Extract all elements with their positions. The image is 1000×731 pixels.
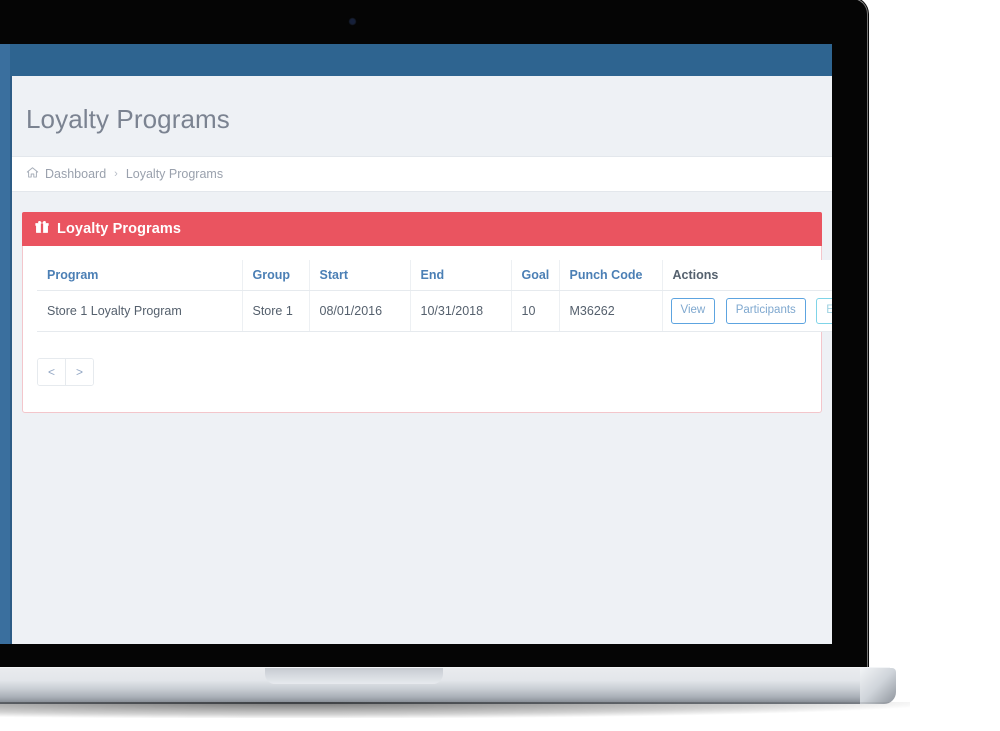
pagination: < > (37, 357, 94, 386)
panel-title: Loyalty Programs (57, 221, 182, 237)
breadcrumb-separator: › (114, 168, 118, 180)
view-button[interactable]: View (670, 298, 716, 324)
cell-group: Store 1 (242, 290, 310, 332)
cell-start: 08/01/2016 (309, 290, 411, 332)
participants-button[interactable]: Participants (725, 298, 806, 324)
cell-end: 10/31/2018 (410, 290, 512, 332)
top-navbar (0, 44, 832, 76)
laptop-base-notch (265, 668, 443, 684)
column-header-punch-code[interactable]: Punch Code (559, 260, 663, 291)
laptop-drop-shadow (0, 702, 910, 718)
column-header-program[interactable]: Program (37, 260, 243, 291)
panel-body: Program Group Start End Goal Punch Code … (23, 246, 832, 412)
laptop-base-right-cap (860, 668, 896, 704)
column-header-end[interactable]: End (410, 260, 512, 291)
breadcrumb: Dashboard › Loyalty Programs (12, 156, 832, 192)
sidebar[interactable] (0, 44, 10, 644)
cell-punch-code: M36262 (559, 290, 663, 332)
pagination-next-button[interactable]: > (65, 358, 93, 385)
laptop-base (0, 668, 890, 704)
breadcrumb-item-dashboard[interactable]: Dashboard (45, 167, 106, 181)
loyalty-programs-panel: Loyalty Programs Program Group Start End… (22, 212, 832, 413)
screenshot-stage: Loyalty Programs Dashboard › Loyalty Pro… (0, 0, 1000, 731)
page-title: Loyalty Programs (26, 104, 230, 134)
column-header-group[interactable]: Group (242, 260, 310, 291)
cell-goal: 10 (511, 290, 560, 332)
breadcrumb-item-loyalty-programs: Loyalty Programs (125, 167, 224, 181)
column-header-actions: Actions (662, 260, 832, 291)
laptop-screen: Loyalty Programs Dashboard › Loyalty Pro… (0, 44, 832, 644)
table-row: Store 1 Loyalty Program Store 1 08/01/20… (37, 290, 832, 332)
panel-heading: Loyalty Programs (22, 212, 822, 246)
webcam-icon (350, 19, 355, 24)
loyalty-programs-table: Program Group Start End Goal Punch Code … (37, 260, 832, 332)
column-header-start[interactable]: Start (309, 260, 411, 291)
main-content: Loyalty Programs Dashboard › Loyalty Pro… (12, 76, 832, 644)
pagination-prev-button[interactable]: < (38, 358, 65, 385)
gift-icon (35, 220, 49, 238)
home-icon (26, 166, 39, 182)
edit-button[interactable]: Edit (816, 298, 832, 324)
column-header-goal[interactable]: Goal (511, 260, 560, 291)
page-header: Loyalty Programs (12, 76, 832, 156)
cell-program: Store 1 Loyalty Program (37, 290, 243, 332)
cell-actions: View Participants Edit (662, 290, 832, 332)
table-header-row: Program Group Start End Goal Punch Code … (37, 260, 832, 291)
